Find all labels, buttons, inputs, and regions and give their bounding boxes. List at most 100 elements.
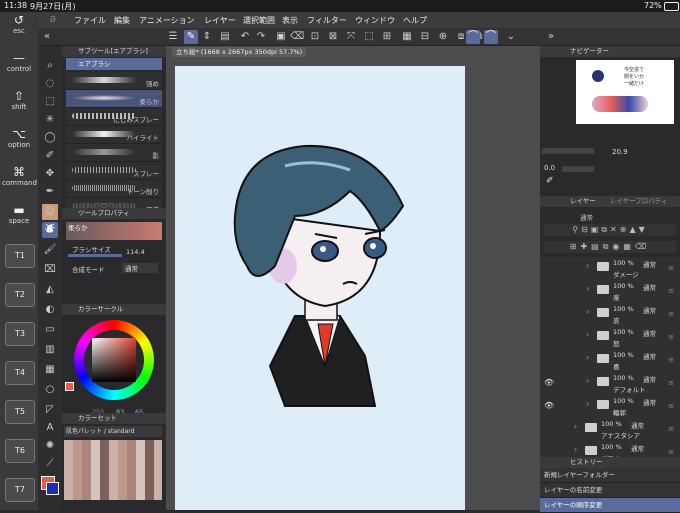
- brush-size-value[interactable]: 114.4: [126, 248, 145, 256]
- drag-handle-icon[interactable]: ≡: [668, 402, 674, 410]
- menu-layer[interactable]: レイヤー: [204, 15, 236, 26]
- lasso-icon[interactable]: ◌: [42, 76, 58, 92]
- chevron-right-icon[interactable]: ›: [586, 284, 589, 293]
- lasso-select-icon[interactable]: ◯: [42, 130, 58, 146]
- layer-row[interactable]: 👁 › 100 % 通常 輪郭 ≡: [540, 395, 680, 419]
- subtool-item-selected[interactable]: 柔らか: [66, 90, 162, 108]
- rotate-value[interactable]: 0.0: [544, 164, 555, 172]
- collapse-panel-icon[interactable]: »: [544, 30, 558, 44]
- menu-view[interactable]: 表示: [282, 15, 298, 26]
- shortcut-t6[interactable]: T6: [5, 439, 35, 463]
- vector-tool-icon[interactable]: ◸: [42, 402, 58, 418]
- avatar-tool-icon[interactable]: ☺: [42, 204, 58, 220]
- layer-row[interactable]: › 100 % 通常怒 ≡: [540, 326, 680, 350]
- chevron-right-icon[interactable]: ›: [586, 399, 589, 408]
- redo-icon[interactable]: ↷: [254, 30, 268, 44]
- shortcut-t3[interactable]: T3: [5, 322, 35, 346]
- text-tool-icon[interactable]: A: [42, 420, 58, 436]
- shortcut-t7[interactable]: T7: [5, 478, 35, 502]
- shortcut-t2[interactable]: T2: [5, 283, 35, 307]
- subtool-item[interactable]: 强め: [66, 72, 162, 90]
- menu-help[interactable]: ヘルプ: [403, 15, 427, 26]
- gradient-tool-icon[interactable]: ◐: [42, 302, 58, 318]
- chevron-right-icon[interactable]: ›: [574, 422, 577, 431]
- history-item[interactable]: レイヤーの名前変更: [540, 483, 680, 498]
- layer-row[interactable]: › 100 % 通常哀 ≡: [540, 303, 680, 327]
- hamburger-menu-icon[interactable]: ☰: [166, 30, 180, 44]
- saturation-square[interactable]: [92, 338, 136, 382]
- chevron-right-icon[interactable]: ›: [586, 261, 589, 270]
- undo-icon[interactable]: ↶: [238, 30, 252, 44]
- eraser-tool-icon[interactable]: ⌧: [42, 262, 58, 278]
- deselect-icon[interactable]: ⊡: [308, 30, 322, 44]
- menu-edit[interactable]: 編集: [114, 15, 130, 26]
- subtool-item[interactable]: ハイライト: [66, 126, 162, 144]
- rotate-slider[interactable]: [562, 166, 594, 172]
- frame-tool-icon[interactable]: ▦: [42, 362, 58, 378]
- pen-mode-icon[interactable]: ✎: [184, 30, 198, 44]
- subtool-item[interactable]: にじみスプレー: [66, 108, 162, 126]
- menu-animation[interactable]: アニメーション: [139, 15, 195, 26]
- layer-row[interactable]: › 100 % 通常 アナスタシア ≡: [540, 418, 680, 442]
- layer-blend-mode[interactable]: 通常: [580, 212, 593, 222]
- chevron-right-icon[interactable]: ›: [586, 330, 589, 339]
- drag-handle-icon[interactable]: ≡: [668, 448, 674, 456]
- layer-row[interactable]: › 100 % 通常 ダメージ ≡: [540, 257, 680, 281]
- palette-select[interactable]: 肌色パレット / standard: [64, 426, 162, 437]
- zoom-slider[interactable]: [542, 148, 594, 154]
- document-tab[interactable]: 立ち絵* (1668 x 2667px 350dpi 57.7%): [172, 47, 307, 57]
- navigator-preview[interactable]: 今空追で 顔をいか 一緒だけ: [576, 60, 674, 124]
- fill-icon[interactable]: ⬚: [362, 30, 376, 44]
- drag-handle-icon[interactable]: ≡: [668, 287, 674, 295]
- canvas[interactable]: [175, 66, 465, 510]
- layer-icon[interactable]: ▤: [218, 30, 232, 44]
- fill-tool-icon[interactable]: ◭: [42, 282, 58, 298]
- chevron-right-icon[interactable]: ›: [586, 353, 589, 362]
- layer-row[interactable]: 👁 › 100 % 通常 デフォルト ≡: [540, 372, 680, 396]
- sub-color-swatch[interactable]: [46, 482, 59, 495]
- esc-key[interactable]: ↺ esc: [2, 14, 36, 36]
- correct-line-tool-icon[interactable]: ⟋: [42, 456, 58, 472]
- eyedropper-icon[interactable]: ✐: [546, 176, 556, 186]
- menu-window[interactable]: ウィンドウ: [355, 15, 395, 26]
- pen-tool-icon[interactable]: ✒: [42, 184, 58, 200]
- magic-wand-icon[interactable]: ✳: [42, 112, 58, 128]
- transform-icon[interactable]: ⤧: [344, 30, 358, 44]
- brush-size-slider[interactable]: [68, 254, 122, 257]
- chevron-down-icon[interactable]: ⌄: [504, 30, 518, 44]
- space-key[interactable]: ▬ space: [2, 204, 36, 226]
- airbrush-tool-icon[interactable]: ⛇: [42, 222, 58, 238]
- snap-icon[interactable]: ⊕: [436, 30, 450, 44]
- layer-toolbar[interactable]: ⚲⊟▣⧉✕⊕▲▼: [544, 224, 676, 236]
- zoom-icon[interactable]: ⌕: [42, 58, 58, 74]
- command-key[interactable]: ⌘ command: [2, 166, 37, 188]
- subtool-item[interactable]: 影: [66, 144, 162, 162]
- drag-handle-icon[interactable]: ≡: [668, 379, 674, 387]
- color-set-grid[interactable]: [64, 440, 162, 500]
- grid-icon[interactable]: ▦: [400, 30, 414, 44]
- stabilizer-a-icon[interactable]: ⌒: [466, 30, 480, 44]
- subtool-group-airbrush[interactable]: エアブラシ: [66, 58, 162, 70]
- menu-selection[interactable]: 選択範囲: [243, 15, 275, 26]
- layer-row[interactable]: › 100 % 通常楽 ≡: [540, 280, 680, 304]
- subtool-item[interactable]: トーン削り: [66, 180, 162, 198]
- color-wheel[interactable]: [74, 320, 154, 400]
- app-logo-icon[interactable]: ᘐ: [50, 15, 56, 25]
- history-item-selected[interactable]: レイヤーの順序変更: [540, 498, 680, 513]
- history-item[interactable]: 新規レイヤーフォルダー: [540, 468, 680, 483]
- move-tool-icon[interactable]: ✥: [42, 166, 58, 182]
- eye-icon[interactable]: 👁: [544, 378, 554, 387]
- drag-handle-icon[interactable]: ≡: [668, 310, 674, 318]
- chevron-right-icon[interactable]: ›: [574, 445, 577, 454]
- brush-tool-icon[interactable]: 🖌: [42, 242, 58, 258]
- shortcut-t1[interactable]: T1: [5, 244, 35, 268]
- shape-tool-icon[interactable]: ▭: [42, 322, 58, 338]
- ruler-tool-icon[interactable]: ▥: [42, 342, 58, 358]
- shift-key[interactable]: ⇧ shift: [2, 90, 36, 112]
- close-panel-icon[interactable]: «: [40, 30, 54, 44]
- menu-file[interactable]: ファイル: [74, 15, 106, 26]
- control-key[interactable]: — control: [2, 52, 36, 74]
- select-rect-icon[interactable]: ⬚: [42, 94, 58, 110]
- eye-icon[interactable]: 👁: [544, 401, 554, 410]
- layer-row[interactable]: › 100 % 通常喜 ≡: [540, 349, 680, 373]
